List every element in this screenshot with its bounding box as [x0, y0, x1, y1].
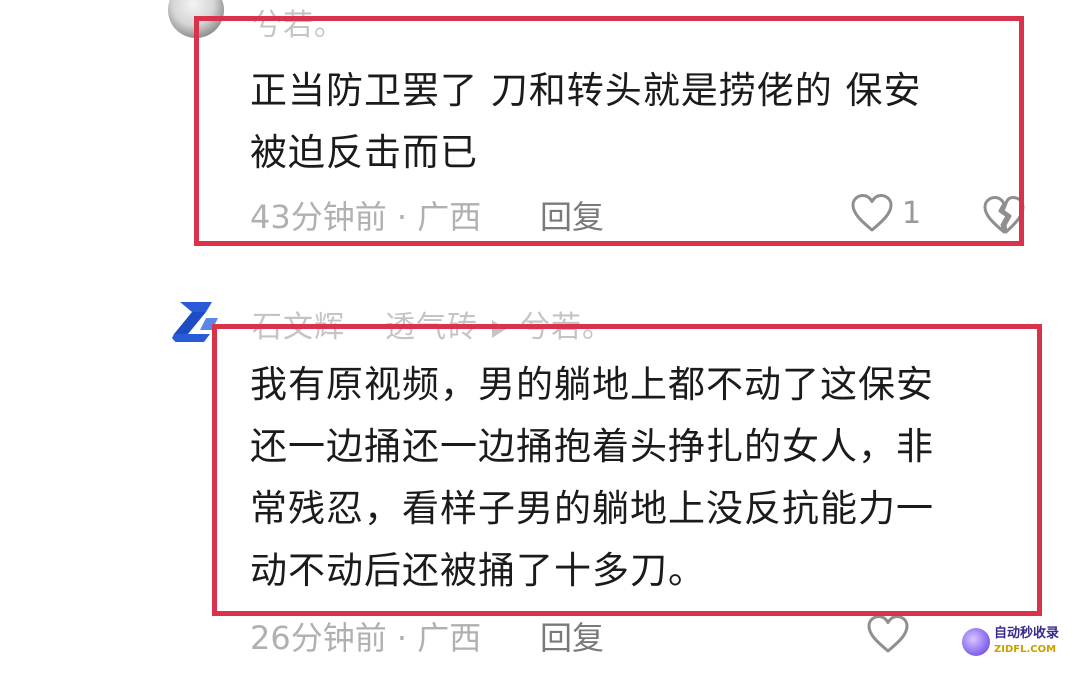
watermark: 自动秒收录 ZIDFL.COM: [962, 626, 1059, 658]
heart-outline-icon: [867, 615, 909, 653]
watermark-url: ZIDFL.COM: [994, 644, 1057, 655]
watermark-logo-icon: [962, 628, 990, 656]
watermark-text: 自动秒收录 ZIDFL.COM: [994, 626, 1059, 658]
watermark-title: 自动秒收录: [994, 626, 1060, 641]
reply-button[interactable]: 回复: [540, 613, 604, 659]
comment-meta: 26分钟前 · 广西: [250, 619, 482, 657]
highlight-annotation: [194, 16, 1024, 246]
comment-thread: 兮若。 正当防卫罢了 刀和转头就是捞佬的 保安 被迫反击而已 43分钟前 · 广…: [0, 0, 1080, 687]
like-button[interactable]: [866, 614, 910, 654]
highlight-annotation: [212, 324, 1042, 616]
